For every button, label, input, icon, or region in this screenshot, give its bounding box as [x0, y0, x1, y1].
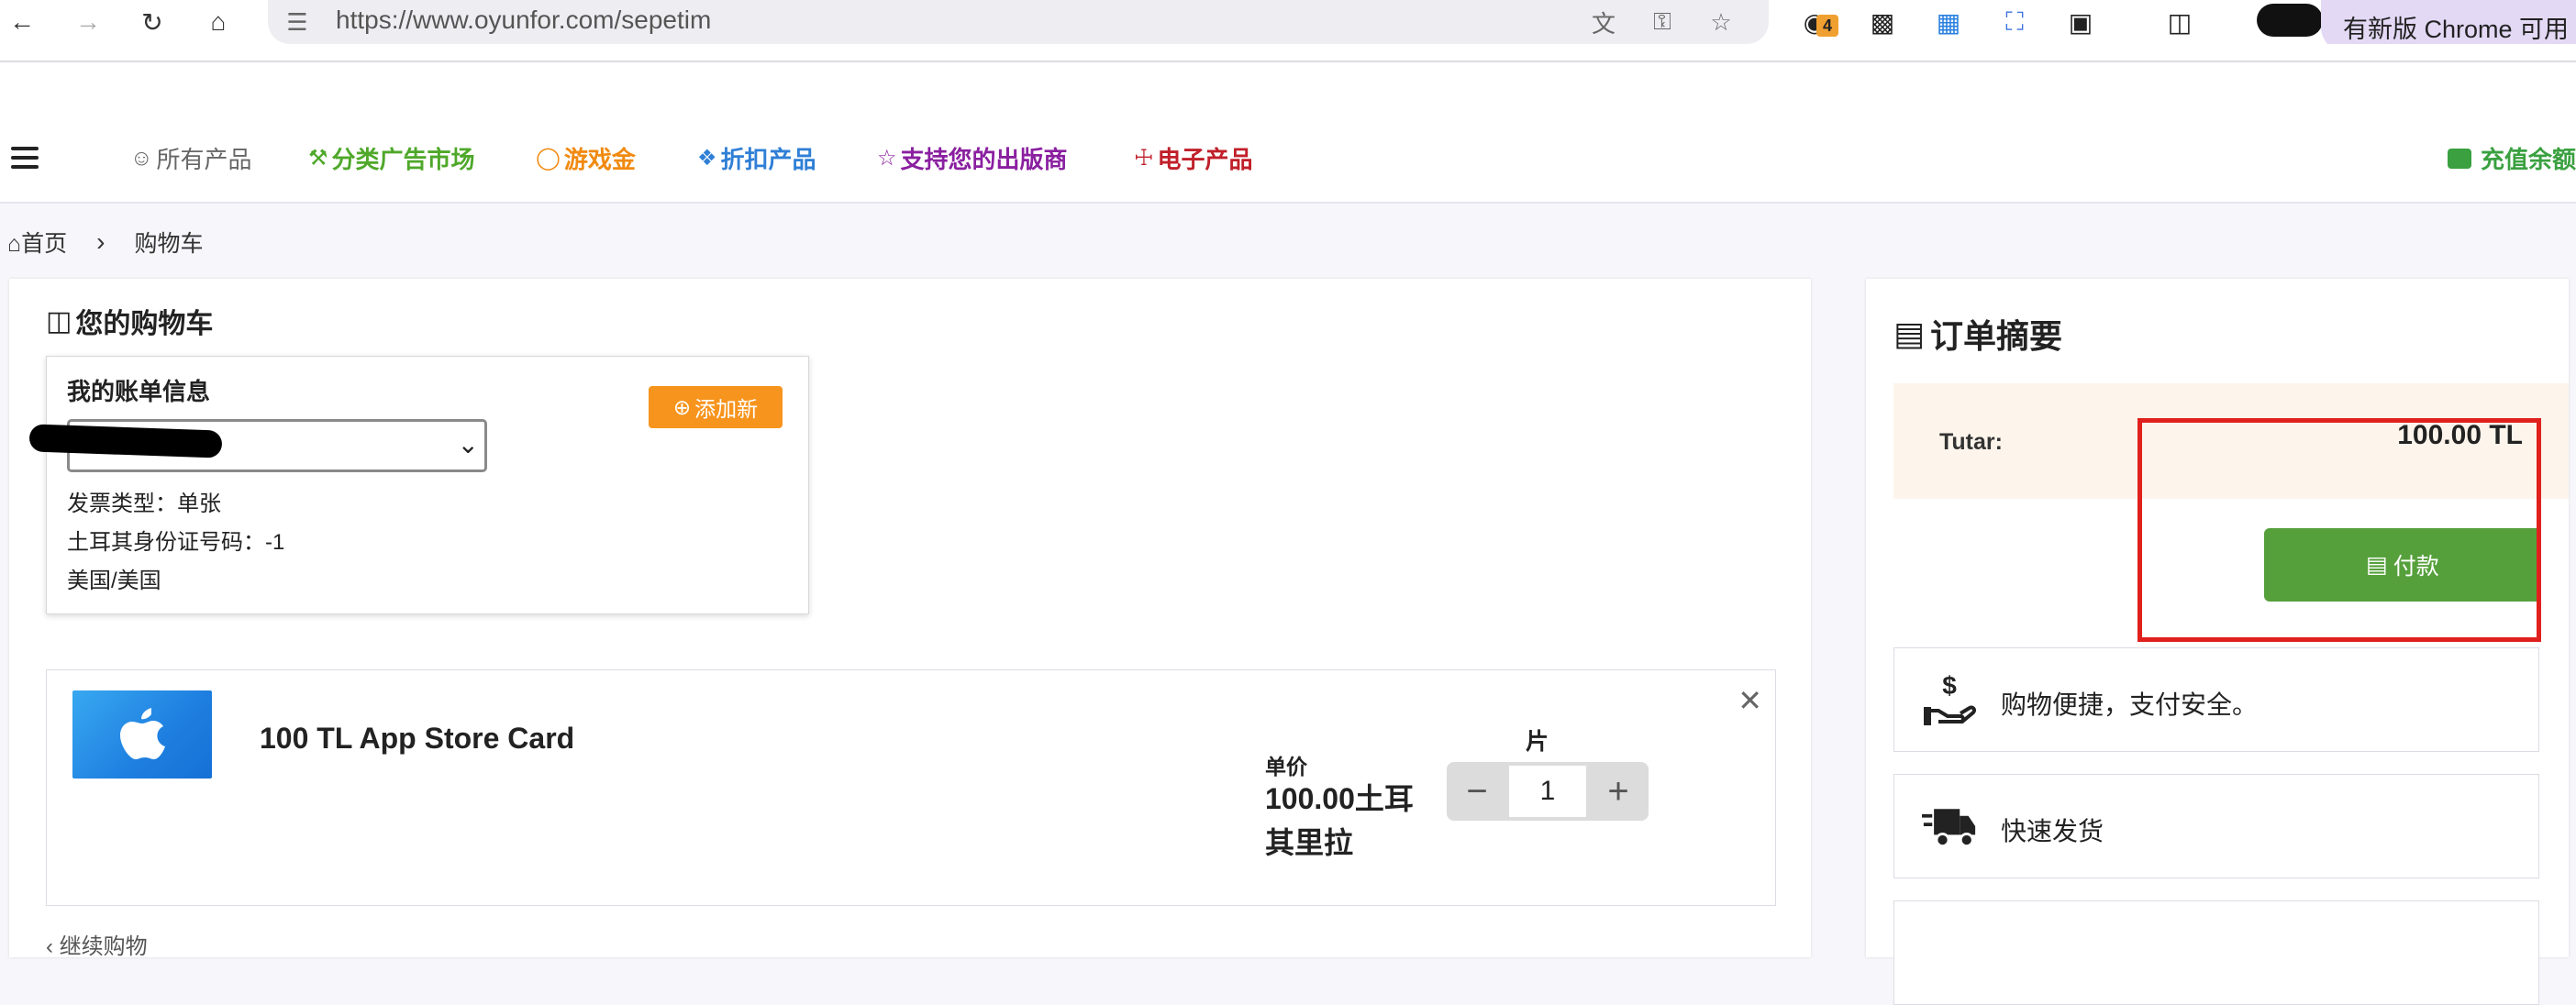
cart-panel: ◫ 您的购物车 我的账单信息 ⊕ 添加新 ⌄ 发票类型：单张 土耳其身份证号码：… [9, 279, 1811, 960]
apple-icon [120, 708, 165, 759]
basket-icon: ◫ [46, 305, 72, 337]
nav-item-game-gold[interactable]: ◯ 游戏金 [536, 141, 636, 175]
plus-icon[interactable]: + [1588, 762, 1649, 821]
minus-icon[interactable]: − [1447, 762, 1507, 821]
truck-icon [1922, 797, 1977, 856]
home-icon[interactable]: ⌂ [202, 6, 235, 39]
cart-title-text: 您的购物车 [75, 309, 214, 339]
breadcrumb-home[interactable]: ⌂首页 [7, 226, 67, 259]
gamepad-icon: ◯ [536, 146, 561, 171]
summary-title-text: 订单摘要 [1930, 317, 2063, 355]
nav-item-label: 支持您的出版商 [900, 146, 1068, 173]
puzzle-icon[interactable]: ▣ [2062, 4, 2099, 40]
translate-icon[interactable]: 文 [1587, 6, 1620, 39]
avatar[interactable] [2257, 4, 2323, 37]
billing-location: 美国/美国 [67, 569, 161, 593]
site-settings-icon[interactable]: ☰ [281, 6, 314, 39]
site-navigation: ☺ 所有产品 ⚒ 分类广告市场 ◯ 游戏金 ❖ 折扣产品 ☆ 支持您的出版商 ☩… [0, 62, 2576, 204]
tab-search-icon[interactable]: ◫ [2161, 4, 2198, 40]
bookmarks-bar [0, 44, 2576, 61]
order-summary-panel: ▤ 订单摘要 Tutar: 100.00 TL ▤ 付款 $ 购物便捷，支付安全… [1866, 279, 2569, 1005]
nav-item-label: 分类广告市场 [331, 146, 475, 173]
total-label: Tutar: [1939, 429, 2003, 455]
unit-price-label: 单价 [1265, 755, 1307, 779]
highlight-annotation [2137, 418, 2541, 642]
summary-title: ▤ 订单摘要 [1893, 310, 2062, 358]
nav-item-classifieds[interactable]: ⚒ 分类广告市场 [308, 141, 475, 175]
feature-text: 购物便捷，支付安全。 [2001, 690, 2259, 719]
nav-item-label: 折扣产品 [720, 146, 816, 173]
plus-circle-icon: ⊕ [672, 394, 692, 419]
breadcrumb-home-label: 首页 [21, 231, 68, 257]
add-new-label: 添加新 [694, 397, 759, 421]
nav-item-discount[interactable]: ❖ 折扣产品 [697, 141, 816, 175]
nav-item-electronics[interactable]: ☩ 电子产品 [1134, 141, 1253, 175]
url-text[interactable]: https://www.oyunfor.com/sepetim [336, 6, 711, 35]
quantity-label: 片 [1526, 729, 1549, 755]
address-bar[interactable]: ☰ https://www.oyunfor.com/sepetim 文 ⚿ ☆ [268, 0, 1769, 44]
receipt-icon: ▤ [1893, 315, 1926, 352]
unit-price: 100.00土耳其里拉 [1265, 782, 1414, 859]
hand-money-icon: $ [1922, 670, 1977, 729]
browser-toolbar: ← → ↻ ⌂ ☰ https://www.oyunfor.com/sepeti… [0, 0, 2576, 53]
extension-icon[interactable]: ▩ [1864, 4, 1901, 40]
product-image[interactable] [72, 690, 212, 779]
redacted-mark [28, 424, 223, 458]
topup-button[interactable]: 充值余额 [2447, 141, 2576, 175]
wallet-icon [2447, 148, 2471, 169]
product-name[interactable]: 100 TL App Store Card [260, 722, 574, 756]
nav-item-all-products[interactable]: ☺ 所有产品 [130, 141, 252, 175]
billing-title: 我的账单信息 [67, 378, 211, 405]
topup-label: 充值余额 [2480, 146, 2576, 173]
chevron-right-icon: › [96, 227, 105, 256]
bookmark-star-icon[interactable]: ☆ [1704, 6, 1738, 39]
quantity-input[interactable]: 1 [1509, 766, 1586, 817]
forward-icon[interactable]: → [72, 6, 105, 39]
feature-card: 快速发货 [1893, 774, 2539, 878]
cart-item: 100 TL App Store Card ✕ 单价 100.00土耳其里拉 片… [46, 669, 1776, 906]
billing-info-card: 我的账单信息 ⊕ 添加新 ⌄ 发票类型：单张 土耳其身份证号码：-1 美国/美国 [28, 356, 809, 614]
feature-text: 快速发货 [2001, 817, 2104, 845]
cart-title: ◫ 您的购物车 [46, 301, 213, 341]
extension-icon[interactable]: ▦ [1930, 4, 1967, 40]
nav-item-label: 游戏金 [563, 146, 636, 173]
quantity-stepper: − 1 + [1447, 762, 1649, 821]
home-icon: ⌂ [7, 231, 22, 257]
nav-item-support-publisher[interactable]: ☆ 支持您的出版商 [877, 141, 1068, 175]
screenshot-icon[interactable]: ⛶ [1996, 4, 2033, 40]
tag-icon: ❖ [697, 146, 717, 171]
extension-badge: 4 [1816, 15, 1838, 37]
feature-card: $ 购物便捷，支付安全。 [1893, 647, 2539, 752]
continue-shopping-link[interactable]: ‹ 继续购物 [46, 928, 148, 960]
feature-card [1893, 900, 2539, 1005]
key-icon[interactable]: ⚿ [1646, 6, 1679, 39]
chevron-down-icon: ⌄ [457, 430, 479, 458]
breadcrumb: ⌂首页 › 购物车 [7, 226, 203, 259]
reload-icon[interactable]: ↻ [136, 6, 169, 39]
coins-icon: ☩ [1134, 146, 1154, 171]
star-icon: ☆ [877, 146, 897, 171]
continue-shopping-label: 继续购物 [59, 934, 148, 959]
back-icon[interactable]: ← [6, 6, 39, 39]
back-arrow-icon: ‹ [46, 934, 53, 959]
billing-address-select[interactable]: ⌄ [28, 419, 487, 472]
breadcrumb-current: 购物车 [134, 231, 204, 257]
svg-text:$: $ [1942, 671, 1957, 700]
close-icon[interactable]: ✕ [1738, 683, 1762, 718]
wrench-icon: ⚒ [308, 146, 328, 171]
nav-item-label: 电子产品 [1157, 146, 1253, 173]
users-icon: ☺ [130, 145, 153, 171]
hamburger-menu-icon[interactable] [11, 147, 39, 171]
add-new-button[interactable]: ⊕ 添加新 [649, 386, 783, 428]
invoice-type: 发票类型：单张 [67, 491, 221, 516]
tax-id: 土耳其身份证号码：-1 [67, 530, 285, 555]
nav-item-label: 所有产品 [156, 146, 252, 173]
